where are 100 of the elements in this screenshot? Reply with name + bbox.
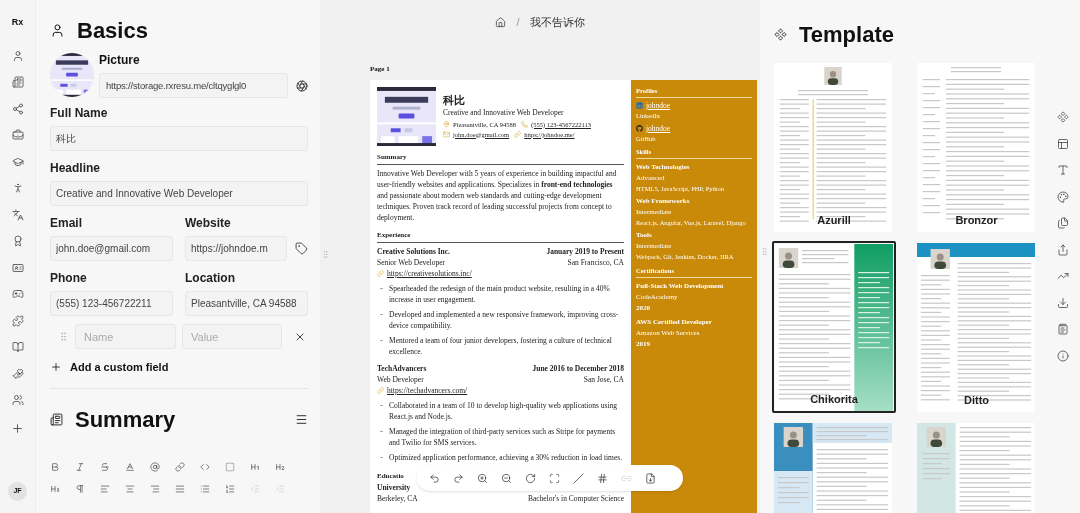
heading-3-icon[interactable] <box>50 483 60 494</box>
align-center-icon[interactable] <box>125 483 135 494</box>
puzzle-icon[interactable] <box>11 314 24 327</box>
tag-icon[interactable] <box>295 242 308 255</box>
phone-icon <box>521 121 528 128</box>
newspaper-icon[interactable] <box>11 76 24 88</box>
link-icon[interactable] <box>175 461 185 472</box>
home-icon[interactable] <box>495 16 507 28</box>
trending-up-icon[interactable] <box>1056 270 1069 282</box>
heading-1-icon[interactable] <box>250 461 260 472</box>
heading-2-icon[interactable] <box>275 461 285 472</box>
template-card[interactable]: Ditto <box>914 241 1039 413</box>
template-name: Bronzor <box>954 212 999 228</box>
plus-icon <box>50 361 62 374</box>
strikethrough-icon[interactable] <box>100 461 110 472</box>
user-icon[interactable] <box>11 49 24 62</box>
briefcase-icon[interactable] <box>11 129 24 141</box>
line-icon[interactable] <box>573 472 584 484</box>
logo[interactable]: Rx <box>11 16 24 30</box>
text-field[interactable]: https://johndoe.m <box>185 236 287 261</box>
mail-icon <box>443 131 450 138</box>
zoom-in-icon[interactable] <box>477 472 488 484</box>
graduation-cap-icon[interactable] <box>11 155 24 168</box>
menu-icon[interactable] <box>295 412 308 426</box>
link-icon <box>377 386 384 394</box>
drag-handle-icon[interactable] <box>58 331 69 342</box>
field-label: Headline <box>50 160 101 177</box>
user-icon <box>50 23 65 38</box>
template-card[interactable]: Azurill <box>772 61 896 233</box>
info-icon[interactable] <box>1056 349 1069 362</box>
text-color-icon[interactable] <box>125 461 135 472</box>
section-title: Template <box>799 21 894 49</box>
align-right-icon[interactable] <box>150 483 160 494</box>
bullet-marker <box>380 430 383 432</box>
reset-icon[interactable] <box>525 472 536 484</box>
align-left-icon[interactable] <box>100 483 110 494</box>
zoom-out-icon[interactable] <box>501 472 512 484</box>
bullet-marker <box>380 456 383 458</box>
linkedin-icon <box>636 102 643 109</box>
template-name: Azurill <box>816 212 852 228</box>
fit-screen-icon[interactable] <box>549 472 560 484</box>
share-icon[interactable] <box>11 102 24 115</box>
template-card[interactable]: Bronzor <box>914 61 1039 233</box>
languages-icon[interactable] <box>11 208 24 221</box>
component-icon[interactable] <box>1056 111 1069 123</box>
link-icon <box>514 131 522 138</box>
breadcrumb-separator: / <box>516 14 520 30</box>
undo-icon[interactable] <box>429 472 440 484</box>
users-icon[interactable] <box>11 394 24 406</box>
resize-handle-icon[interactable] <box>321 250 330 259</box>
text-field[interactable]: (555) 123-456722211 <box>50 291 173 316</box>
dashed-square-icon[interactable] <box>225 461 235 472</box>
paragraph-icon[interactable] <box>75 483 85 494</box>
add-custom-field-button[interactable]: Add a custom field <box>50 359 169 376</box>
pin-icon <box>443 121 450 128</box>
hand-heart-icon[interactable] <box>11 367 24 380</box>
text-field[interactable]: Pleasantville, CA 94588 <box>185 291 308 316</box>
template-card[interactable]: Chikorita <box>772 241 896 413</box>
hash-icon[interactable] <box>597 472 608 484</box>
gamepad-icon[interactable] <box>11 288 24 300</box>
aperture-icon[interactable] <box>296 79 308 92</box>
breadcrumb-item[interactable]: 我不告诉你 <box>529 13 585 31</box>
award-icon[interactable] <box>11 235 24 247</box>
type-icon[interactable] <box>1056 164 1069 176</box>
layout-icon[interactable] <box>1056 137 1069 150</box>
component-icon <box>774 28 787 41</box>
field-label: Picture <box>99 52 141 69</box>
field-label: Location <box>185 270 236 287</box>
numbered-list-icon[interactable] <box>225 483 235 494</box>
align-justify-icon[interactable] <box>175 483 185 494</box>
value-field[interactable]: Value <box>182 324 282 349</box>
bullet-marker <box>380 404 383 406</box>
name-field[interactable]: Name <box>75 324 176 349</box>
bullet-list-icon[interactable] <box>200 483 210 494</box>
id-card-icon[interactable] <box>11 261 24 274</box>
bullet-marker <box>380 287 383 289</box>
book-icon[interactable] <box>11 341 24 353</box>
text-field[interactable]: 科比 <box>50 126 308 151</box>
field-label: Phone <box>50 270 88 287</box>
at-sign-icon[interactable] <box>150 461 160 472</box>
resize-handle-icon[interactable] <box>760 247 769 256</box>
section-title: Summary <box>75 405 176 434</box>
section-title: Basics <box>77 17 148 45</box>
add-icon[interactable] <box>11 422 24 435</box>
link-icon <box>377 269 384 277</box>
template-name: Chikorita <box>809 391 859 407</box>
download-icon[interactable] <box>1056 296 1069 309</box>
italic-icon[interactable] <box>75 461 85 472</box>
text-field[interactable]: Creative and Innovative Web Developer <box>50 181 308 206</box>
bold-icon[interactable] <box>50 461 60 472</box>
text-field[interactable]: https://storage.rxresu.me/cltqyglgl0 <box>99 73 288 98</box>
share-icon[interactable] <box>1056 243 1069 256</box>
files-icon[interactable] <box>1056 217 1069 229</box>
pdf-download-icon[interactable] <box>645 472 656 484</box>
resume-name: 科比 <box>443 92 466 107</box>
notepad-icon[interactable] <box>1056 323 1069 335</box>
text-field[interactable]: john.doe@gmail.com <box>50 236 173 261</box>
redo-icon[interactable] <box>453 472 464 484</box>
palette-icon[interactable] <box>1056 190 1069 203</box>
code-icon[interactable] <box>200 461 210 472</box>
